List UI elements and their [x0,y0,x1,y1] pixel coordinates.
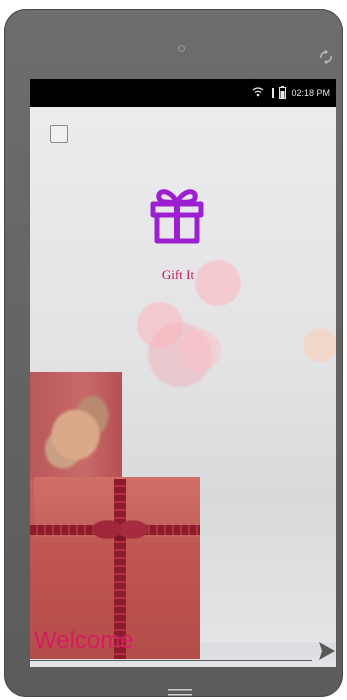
wifi-icon [252,87,264,97]
signal-icon [272,88,274,98]
gift-bow-back [42,382,126,478]
checkbox-icon[interactable] [50,125,68,143]
background-image: Gift It [30,107,336,667]
gift-icon [150,189,204,244]
app-name: Gift It [161,267,195,282]
battery-icon [279,86,286,99]
arrow-right-icon[interactable] [318,641,336,661]
welcome-title: Welcome [34,627,134,654]
status-time: 02:18 PM [291,88,330,98]
camera-dot [178,45,185,52]
app-screen: 02:18 PM Gift It Welcome [30,79,336,667]
rotate-icon[interactable] [318,49,334,65]
home-lines-icon[interactable] [168,688,192,697]
status-bar: 02:18 PM [30,79,336,107]
device-frame: 02:18 PM Gift It Welcome [4,9,343,697]
gift-bow-front [88,507,152,557]
welcome-underline [30,660,312,661]
